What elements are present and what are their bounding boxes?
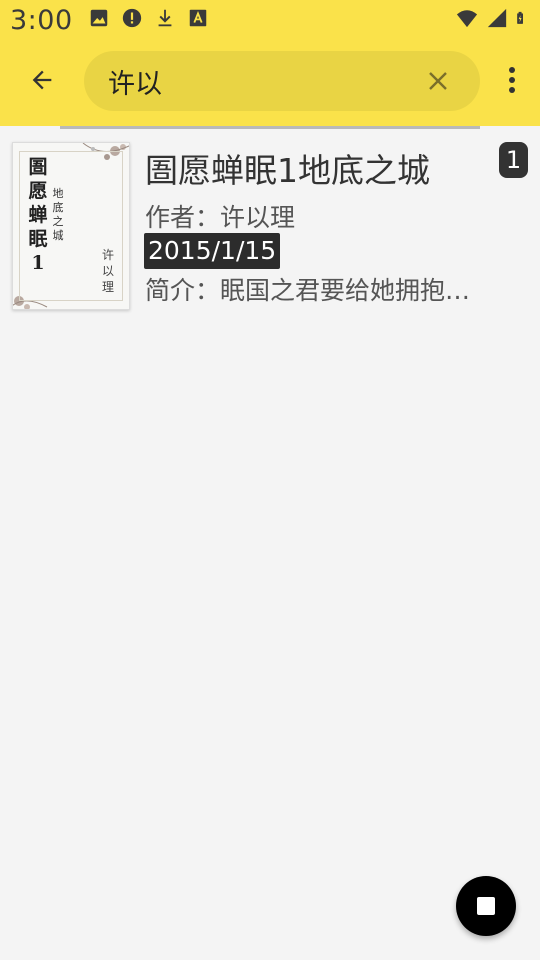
app-bar (0, 40, 540, 126)
download-icon (158, 9, 172, 27)
book-title: 圄愿蝉眠1地底之城 (145, 151, 430, 190)
more-options-button[interactable] (500, 60, 524, 100)
signal-icon (487, 8, 507, 28)
search-box (84, 51, 480, 111)
screen: 3:00 许以 圄愿蝉眠1 地底之城 许以理 圄愿蝉眠1地底之城 作者：许以理 … (0, 0, 540, 960)
loading-indicator (60, 126, 480, 129)
status-icons-left (88, 8, 209, 28)
cover-title: 圄愿蝉眠1 (28, 156, 48, 274)
stop-icon (477, 897, 495, 915)
book-date: 2015/1/15 (144, 233, 281, 269)
cover-author: 许以理 (101, 248, 114, 294)
cover-subtitle: 地底之城 (52, 187, 64, 242)
result-count-badge: 1 (499, 142, 528, 178)
search-input[interactable] (108, 62, 408, 100)
close-icon (429, 72, 447, 90)
wifi-icon (456, 10, 478, 28)
status-time: 3:00 (10, 5, 73, 36)
arrow-back-icon (32, 70, 52, 90)
battery-charging-icon (517, 11, 523, 24)
more-vert-icon (509, 67, 515, 93)
list-item[interactable]: 圄愿蝉眠1 地底之城 许以理 圄愿蝉眠1地底之城 作者：许以理 2015/1/1… (0, 134, 540, 314)
stop-button[interactable] (456, 876, 516, 936)
status-icons-right (456, 6, 530, 30)
back-button[interactable] (22, 60, 62, 100)
book-intro: 简介：眠国之君要给她拥抱… (145, 276, 471, 305)
status-bar: 3:00 (0, 0, 540, 40)
clear-search-button[interactable] (422, 65, 454, 97)
book-author: 作者：许以理 (145, 203, 296, 232)
image-icon (90, 9, 108, 27)
font-icon (189, 9, 207, 27)
book-cover: 圄愿蝉眠1 地底之城 许以理 (12, 142, 130, 310)
alert-icon (122, 8, 142, 28)
